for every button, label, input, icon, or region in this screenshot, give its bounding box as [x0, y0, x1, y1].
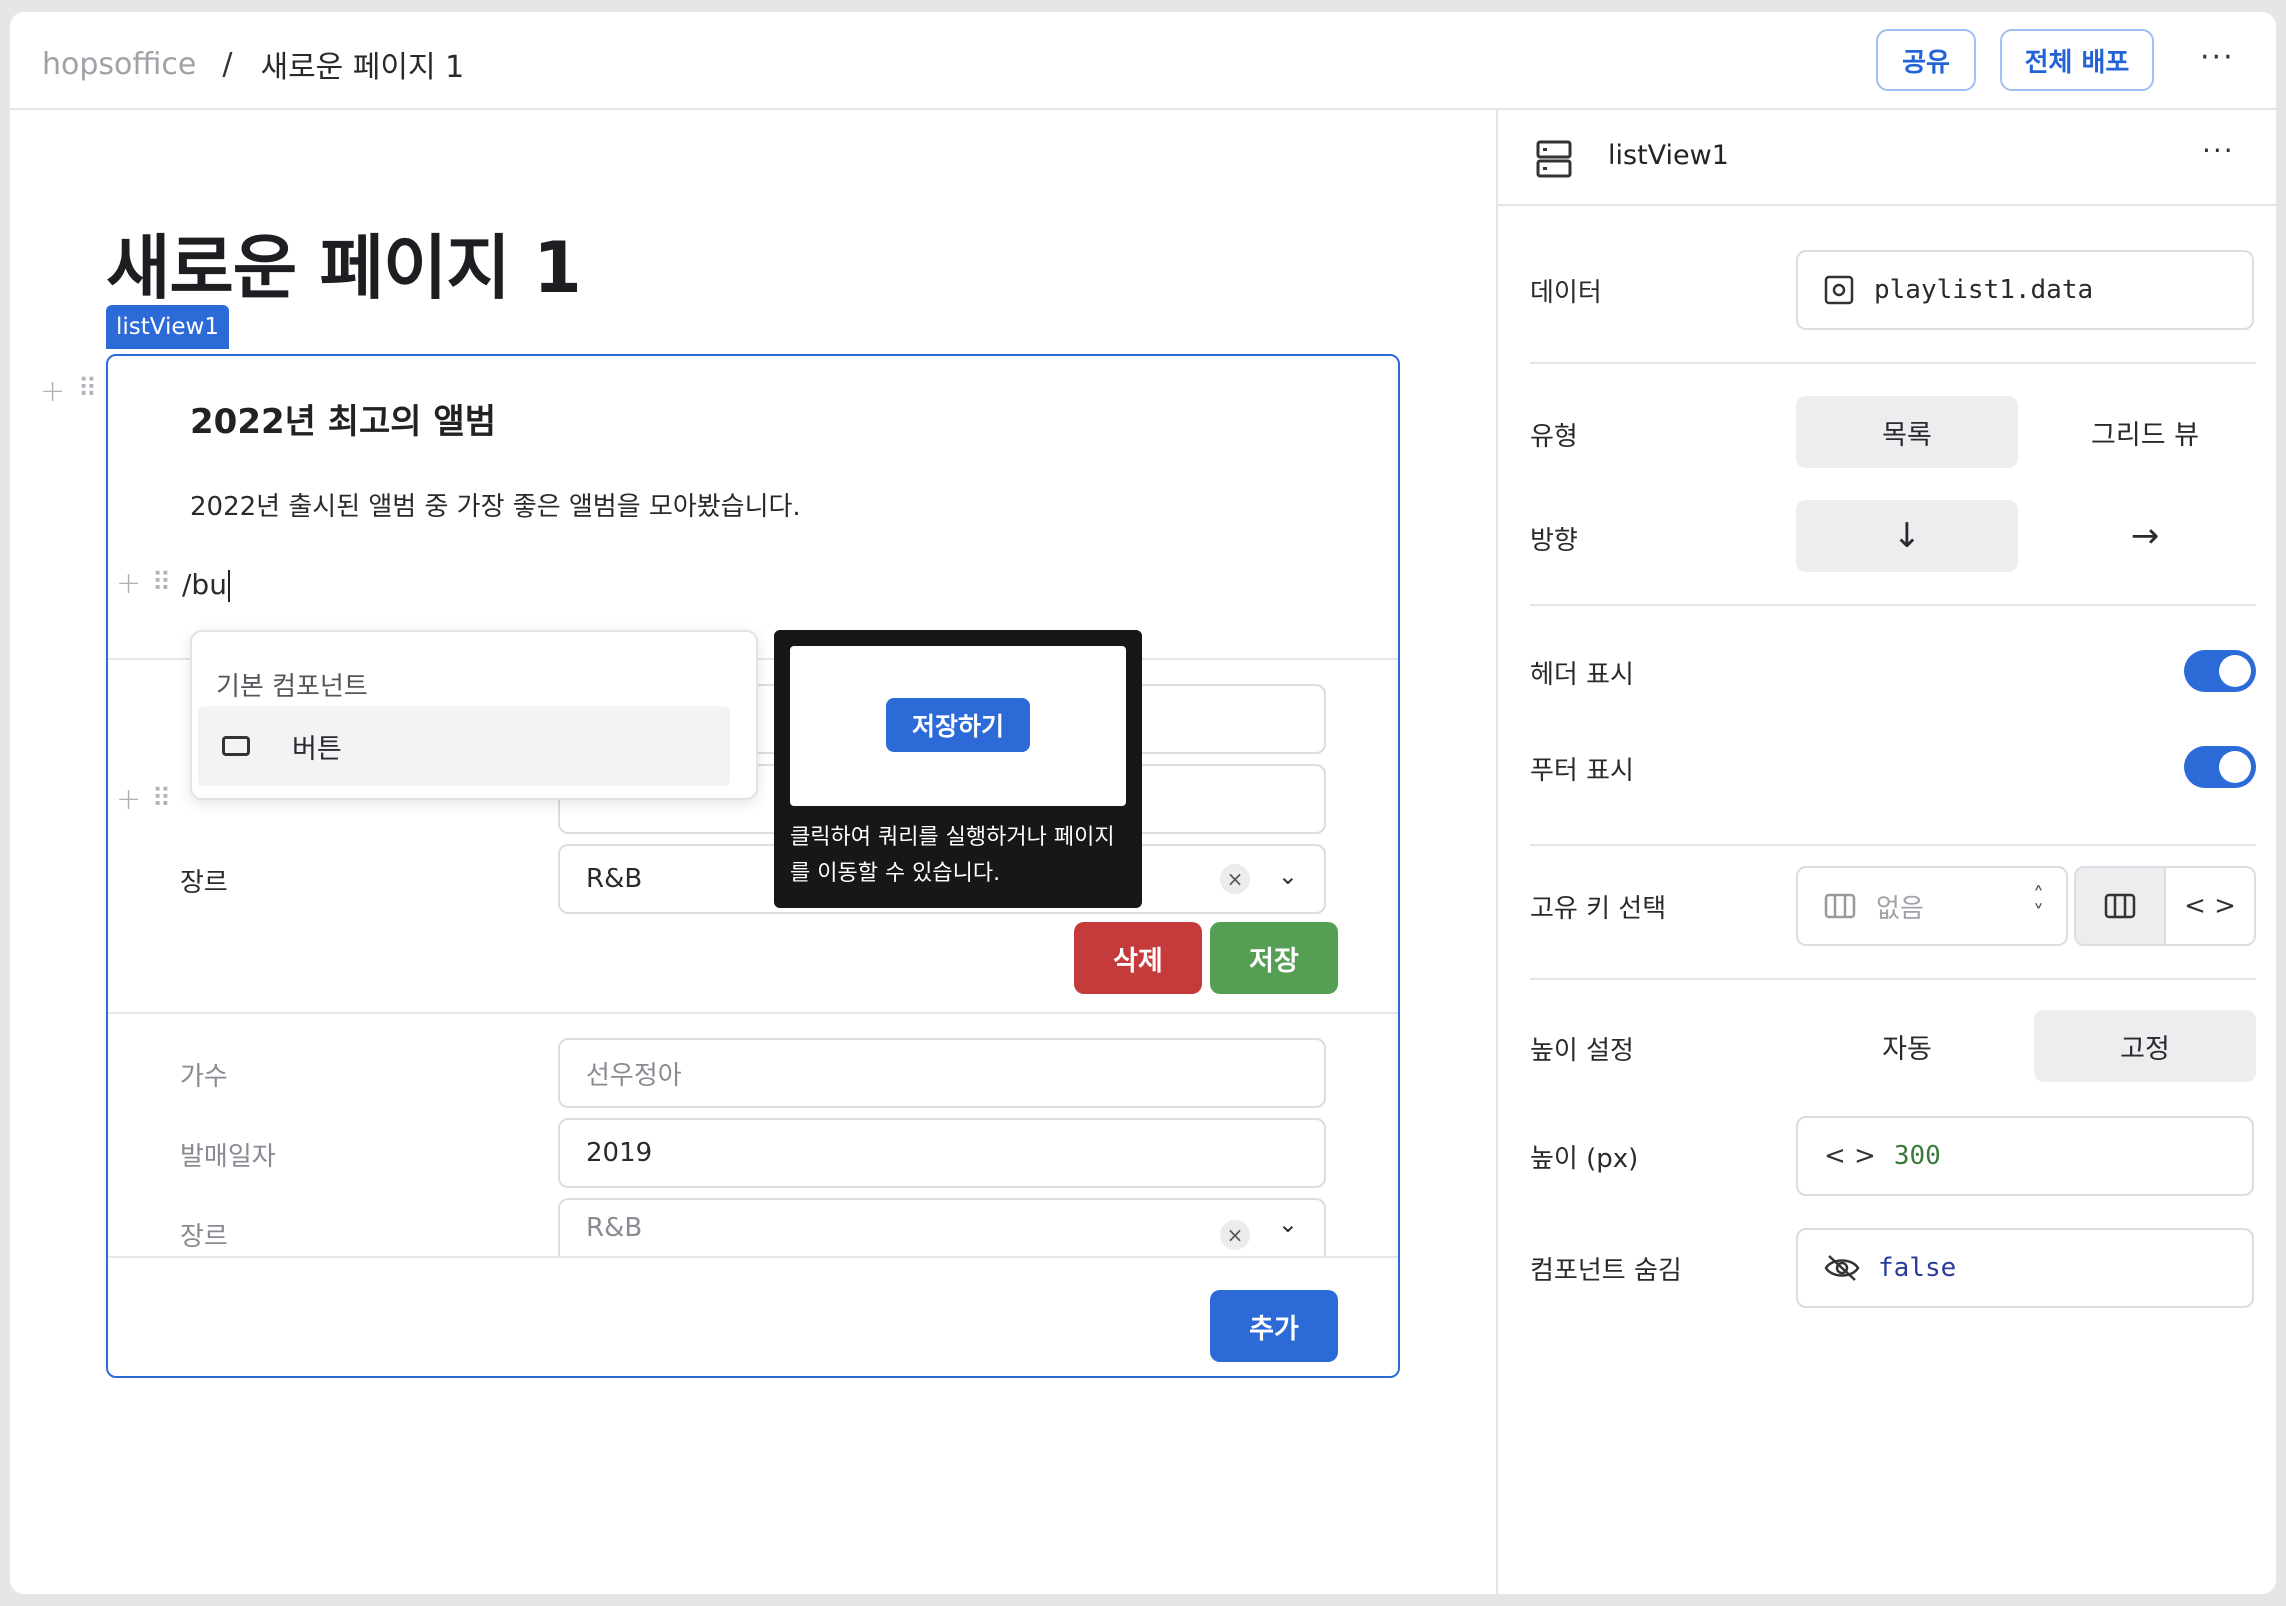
slash-command-text: /bu [182, 568, 227, 601]
divider [1530, 362, 2256, 364]
add-block-icon[interactable]: + [116, 566, 141, 601]
unique-key-value: 없음 [1876, 893, 1924, 924]
divider [1530, 978, 2256, 980]
app-window: hopsoffice / 새로운 페이지 1 공유 전체 배포 ··· 새로운 … [10, 12, 2276, 1594]
menu-item-label: 버튼 [292, 733, 342, 765]
divider [1530, 844, 2256, 846]
clear-icon[interactable]: × [1220, 864, 1250, 894]
inspector-header: listView1 ··· [1498, 110, 2276, 206]
slash-command-input[interactable]: /bu [182, 568, 230, 602]
footer-display-label: 푸터 표시 [1530, 756, 1634, 786]
more-icon[interactable]: ··· [2202, 134, 2235, 167]
height-mode-fixed[interactable]: 고정 [2034, 1010, 2256, 1082]
artist-label: 가수 [180, 1062, 228, 1092]
breadcrumb-separator: / [222, 46, 233, 82]
code-icon: < > [1824, 1141, 1876, 1171]
code-icon[interactable]: < > [2166, 868, 2254, 944]
chevron-down-icon[interactable]: ⌄ [1278, 862, 1298, 890]
genre-label: 장르 [180, 1222, 228, 1252]
footer-divider [108, 1256, 1398, 1258]
list-view-title: 2022년 최고의 앨범 [190, 402, 496, 442]
artist-value: 선우정아 [586, 1060, 682, 1091]
key-mode-column[interactable] [2076, 868, 2166, 944]
height-value: 300 [1893, 1141, 1941, 1171]
header-display-toggle[interactable] [2184, 650, 2256, 692]
divider [108, 1012, 1398, 1014]
list-view-icon [1536, 140, 1572, 178]
drag-handle-icon[interactable]: ⠿ [78, 374, 97, 404]
divider [1530, 604, 2256, 606]
drag-handle-icon[interactable]: ⠿ [152, 568, 171, 598]
release-date-label: 발매일자 [180, 1142, 276, 1172]
unique-key-select[interactable]: 없음 ˄ ˅ [1796, 866, 2068, 946]
breadcrumb-root[interactable]: hopsoffice [42, 47, 196, 82]
genre-select[interactable]: R&B × ⌄ [558, 1198, 1326, 1256]
chevron-updown-icon: ˄ ˅ [2033, 884, 2044, 927]
header-display-label: 헤더 표시 [1530, 660, 1634, 690]
release-date-value: 2019 [586, 1138, 653, 1168]
add-block-icon[interactable]: + [40, 374, 65, 409]
inspector-component-name[interactable]: listView1 [1608, 140, 1729, 171]
type-option-list[interactable]: 목록 [1796, 396, 2018, 468]
hidden-input[interactable]: false [1796, 1228, 2254, 1308]
chevron-down-icon[interactable]: ⌄ [1278, 1210, 1298, 1238]
component-menu: 기본 컴포넌트 버튼 [190, 630, 758, 800]
height-mode-auto[interactable]: 자동 [1796, 1010, 2018, 1082]
deploy-all-button[interactable]: 전체 배포 [2000, 29, 2154, 91]
tooltip-preview: 저장하기 [790, 646, 1126, 806]
more-icon[interactable]: ··· [2200, 40, 2235, 75]
columns-icon [2104, 893, 2136, 919]
inspector-panel: listView1 ··· 데이터 playlist1.data 유형 목록 그… [1496, 110, 2276, 1594]
genre-label: 장르 [180, 868, 228, 898]
delete-button[interactable]: 삭제 [1074, 922, 1202, 994]
breadcrumb: hopsoffice / 새로운 페이지 1 [42, 42, 464, 86]
columns-icon [1824, 893, 1856, 919]
direction-right-icon[interactable]: → [2034, 500, 2256, 572]
eye-off-icon [1824, 1255, 1860, 1281]
drag-handle-icon[interactable]: ⠿ [152, 784, 171, 814]
component-preview-tooltip: 저장하기 클릭하여 쿼리를 실행하거나 페이지를 이동할 수 있습니다. [774, 630, 1142, 908]
direction-down-icon[interactable]: ↓ [1796, 500, 2018, 572]
type-label: 유형 [1530, 422, 1578, 452]
button-icon [222, 736, 250, 756]
hidden-label: 컴포넌트 숨김 [1530, 1256, 1682, 1286]
data-input[interactable]: playlist1.data [1796, 250, 2254, 330]
list-view[interactable]: 2022년 최고의 앨범 2022년 출시된 앨범 중 가장 좋은 앨범을 모아… [106, 354, 1400, 1378]
height-mode-label: 높이 설정 [1530, 1036, 1634, 1066]
page-title[interactable]: 새로운 페이지 1 [106, 212, 582, 313]
genre-value: R&B [586, 864, 643, 894]
menu-section-title: 기본 컴포넌트 [216, 672, 368, 702]
tooltip-description: 클릭하여 쿼리를 실행하거나 페이지를 이동할 수 있습니다. [790, 825, 1115, 886]
genre-value: R&B [586, 1213, 643, 1243]
height-label: 높이 (px) [1530, 1144, 1639, 1174]
footer-display-toggle[interactable] [2184, 746, 2256, 788]
text-caret [227, 570, 230, 602]
add-button[interactable]: 추가 [1210, 1290, 1338, 1362]
height-input[interactable]: < > 300 [1796, 1116, 2254, 1196]
release-date-field[interactable]: 2019 [558, 1118, 1326, 1188]
data-value: playlist1.data [1874, 275, 2094, 305]
list-view-description: 2022년 출시된 앨범 중 가장 좋은 앨범을 모아봤습니다. [190, 492, 801, 522]
type-option-grid[interactable]: 그리드 뷰 [2034, 396, 2256, 468]
menu-item-button[interactable]: 버튼 [198, 706, 730, 786]
component-tag[interactable]: listView1 [106, 305, 229, 349]
clear-icon[interactable]: × [1220, 1220, 1250, 1250]
key-mode-toggle: < > [2074, 866, 2256, 946]
preview-save-button: 저장하기 [886, 698, 1030, 752]
hidden-value: false [1878, 1253, 1957, 1283]
direction-label: 방향 [1530, 526, 1578, 556]
share-button[interactable]: 공유 [1876, 29, 1976, 91]
add-block-icon[interactable]: + [116, 782, 141, 817]
data-label: 데이터 [1530, 278, 1602, 308]
save-button[interactable]: 저장 [1210, 922, 1338, 994]
unique-key-label: 고유 키 선택 [1530, 894, 1667, 924]
top-bar: hopsoffice / 새로운 페이지 1 공유 전체 배포 ··· [10, 12, 2276, 110]
artist-field[interactable]: 선우정아 [558, 1038, 1326, 1108]
query-icon [1824, 275, 1854, 305]
breadcrumb-page[interactable]: 새로운 페이지 1 [260, 42, 464, 86]
